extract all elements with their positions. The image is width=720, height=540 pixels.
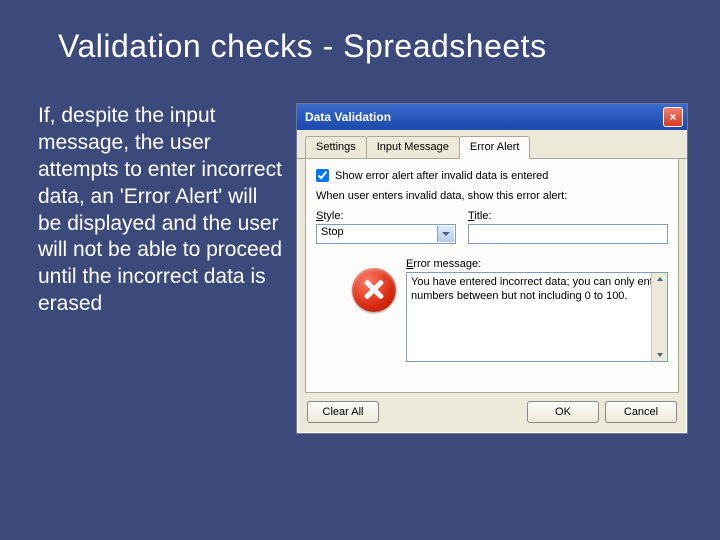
tab-body-error-alert: Show error alert after invalid data is e… [305, 159, 679, 393]
style-select-value: Stop [321, 226, 344, 238]
data-validation-dialog: Data Validation × Settings Input Message… [296, 103, 688, 434]
error-message-column: Error message: You have entered incorrec… [406, 258, 668, 362]
error-icon [352, 268, 396, 312]
tab-settings[interactable]: Settings [305, 136, 367, 158]
dialog-titlebar: Data Validation × [297, 104, 687, 130]
show-error-alert-label: Show error alert after invalid data is e… [335, 170, 548, 182]
style-label: Style: [316, 210, 456, 222]
title-label: Title: [468, 210, 668, 222]
style-select[interactable]: Stop [316, 224, 456, 244]
clear-all-button[interactable]: Clear All [307, 401, 379, 423]
fields-row: Style: Stop Title: [316, 210, 668, 244]
content-row: If, despite the input message, the user … [0, 65, 720, 434]
title-input[interactable] [468, 224, 668, 244]
tab-input-message[interactable]: Input Message [366, 136, 460, 158]
show-error-alert-checkbox-row[interactable]: Show error alert after invalid data is e… [316, 169, 668, 182]
error-message-value: You have entered incorrect data; you can… [411, 276, 663, 302]
error-message-textarea[interactable]: You have entered incorrect data; you can… [406, 272, 668, 362]
dialog-title: Data Validation [305, 110, 391, 124]
scrollbar[interactable] [651, 273, 667, 361]
show-error-alert-checkbox[interactable] [316, 169, 329, 182]
error-message-label: Error message: [406, 258, 668, 270]
message-row: Error message: You have entered incorrec… [316, 258, 668, 362]
chevron-down-icon [442, 232, 450, 236]
dialog-button-row: Clear All OK Cancel [297, 401, 687, 433]
right-buttons: OK Cancel [527, 401, 677, 423]
tabs-row: Settings Input Message Error Alert [297, 130, 687, 159]
sub-caption: When user enters invalid data, show this… [316, 190, 668, 202]
close-icon: × [669, 110, 676, 124]
cancel-button[interactable]: Cancel [605, 401, 677, 423]
close-button[interactable]: × [663, 107, 683, 127]
slide-body-text: If, despite the input message, the user … [38, 103, 284, 434]
tab-error-alert[interactable]: Error Alert [459, 136, 531, 159]
style-column: Style: Stop [316, 210, 456, 244]
slide-title: Validation checks - Spreadsheets [0, 0, 720, 65]
title-column: Title: [468, 210, 668, 244]
ok-button[interactable]: OK [527, 401, 599, 423]
